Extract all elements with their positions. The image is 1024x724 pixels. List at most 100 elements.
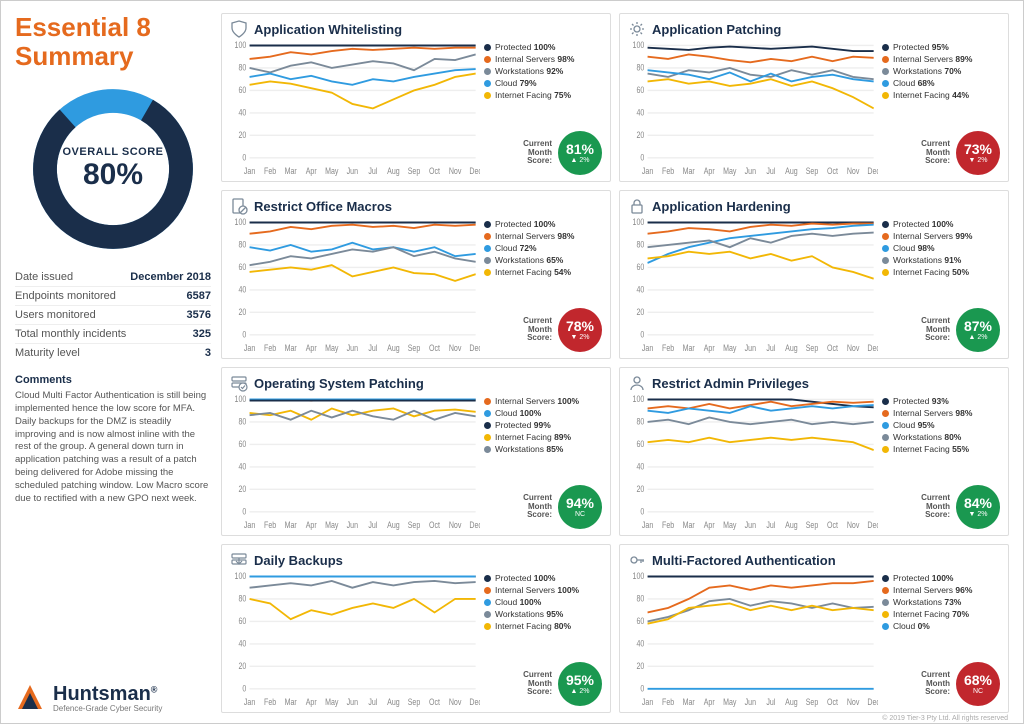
- svg-text:Jun: Jun: [745, 344, 756, 354]
- legend-label: Protected 93%: [893, 396, 949, 406]
- meta-value: 3576: [187, 309, 211, 321]
- meta-value: 6587: [187, 290, 211, 302]
- meta-value: December 2018: [130, 271, 211, 283]
- svg-text:60: 60: [636, 616, 644, 626]
- card-daily-backups: Daily Backups 020406080100JanFebMarAprMa…: [221, 544, 611, 713]
- svg-text:Oct: Oct: [429, 344, 441, 354]
- svg-text:Jul: Jul: [368, 344, 377, 354]
- score-badge: 87% ▲ 2%: [956, 308, 1000, 352]
- meta-key: Endpoints monitored: [15, 290, 116, 302]
- svg-text:Nov: Nov: [847, 167, 860, 177]
- legend-item: Workstations 70%: [882, 66, 1000, 76]
- legend-label: Internal Servers 98%: [495, 54, 574, 64]
- svg-text:Jan: Jan: [642, 167, 653, 177]
- svg-text:Jun: Jun: [347, 698, 358, 708]
- legend-dot-icon: [882, 221, 889, 228]
- svg-text:Sep: Sep: [408, 167, 421, 177]
- legend-dot-icon: [484, 422, 491, 429]
- legend-item: Workstations 95%: [484, 609, 602, 619]
- legend-item: Protected 100%: [882, 573, 1000, 583]
- score-badge: 68% NC: [956, 662, 1000, 706]
- svg-text:40: 40: [636, 108, 644, 118]
- svg-text:Nov: Nov: [449, 698, 462, 708]
- card-os-patching: Operating System Patching 020406080100Ja…: [221, 367, 611, 536]
- score-value: 81%: [566, 142, 594, 156]
- score-block: CurrentMonthScore: 73% ▼ 2%: [921, 131, 1000, 175]
- legend-label: Internet Facing 80%: [495, 621, 571, 631]
- legend-dot-icon: [882, 434, 889, 441]
- key-icon: [628, 551, 646, 569]
- svg-text:60: 60: [636, 85, 644, 95]
- score-value: 94%: [566, 496, 594, 510]
- svg-text:Jun: Jun: [745, 167, 756, 177]
- svg-text:40: 40: [636, 639, 644, 649]
- svg-text:May: May: [325, 167, 338, 177]
- svg-text:40: 40: [238, 462, 246, 472]
- legend-dot-icon: [882, 587, 889, 594]
- legend-dot-icon: [882, 56, 889, 63]
- score-delta: ▼ 2%: [571, 334, 590, 341]
- legend-dot-icon: [484, 434, 491, 441]
- svg-text:Jun: Jun: [347, 167, 358, 177]
- score-badge: 95% ▲ 2%: [558, 662, 602, 706]
- legend-label: Cloud 79%: [495, 78, 537, 88]
- legend-dot-icon: [882, 92, 889, 99]
- lock-icon: [628, 197, 646, 215]
- score-block: CurrentMonthScore: 94% NC: [523, 485, 602, 529]
- svg-text:Aug: Aug: [785, 521, 798, 531]
- legend-item: Internet Facing 54%: [484, 267, 602, 277]
- svg-text:40: 40: [636, 462, 644, 472]
- svg-text:Jul: Jul: [368, 521, 377, 531]
- legend-dot-icon: [882, 245, 889, 252]
- svg-text:Feb: Feb: [662, 698, 675, 708]
- legend-item: Cloud 100%: [484, 408, 602, 418]
- svg-text:80: 80: [636, 63, 644, 73]
- svg-text:0: 0: [242, 507, 246, 517]
- server-check-icon: [230, 374, 248, 392]
- page: Essential 8 Summary OVERALL SCORE 80% Da…: [0, 0, 1024, 724]
- meta-key: Users monitored: [15, 309, 96, 321]
- svg-text:Jul: Jul: [368, 698, 377, 708]
- score-block: CurrentMonthScore: 81% ▲ 2%: [523, 131, 602, 175]
- svg-text:40: 40: [636, 285, 644, 295]
- svg-text:Dec: Dec: [867, 698, 878, 708]
- score-label: CurrentMonthScore:: [921, 494, 950, 520]
- svg-text:Jul: Jul: [368, 167, 377, 177]
- legend-dot-icon: [484, 446, 491, 453]
- legend-dot-icon: [484, 269, 491, 276]
- svg-text:Apr: Apr: [704, 167, 715, 177]
- legend-item: Cloud 79%: [484, 78, 602, 88]
- svg-text:Nov: Nov: [449, 167, 462, 177]
- card-header: Application Hardening: [628, 197, 1000, 215]
- score-badge: 84% ▼ 2%: [956, 485, 1000, 529]
- svg-text:20: 20: [238, 484, 246, 494]
- svg-text:0: 0: [242, 153, 246, 163]
- svg-text:Aug: Aug: [785, 698, 798, 708]
- svg-text:Jan: Jan: [244, 167, 255, 177]
- brand-logo-icon: [15, 683, 45, 713]
- legend-label: Protected 100%: [495, 573, 556, 583]
- svg-text:20: 20: [636, 130, 644, 140]
- svg-text:Sep: Sep: [408, 698, 421, 708]
- score-value: 78%: [566, 319, 594, 333]
- legend-label: Internal Servers 96%: [893, 585, 972, 595]
- legend-label: Protected 100%: [893, 219, 954, 229]
- backup-icon: [230, 551, 248, 569]
- legend-label: Cloud 68%: [893, 78, 935, 88]
- svg-text:May: May: [325, 344, 338, 354]
- legend-label: Workstations 70%: [893, 66, 961, 76]
- score-label: CurrentMonthScore:: [921, 317, 950, 343]
- svg-text:Apr: Apr: [306, 698, 317, 708]
- overall-score-label: OVERALL SCORE: [62, 146, 163, 158]
- legend-item: Protected 99%: [484, 420, 602, 430]
- score-value: 87%: [964, 319, 992, 333]
- legend-item: Cloud 95%: [882, 420, 1000, 430]
- legend-label: Cloud 100%: [495, 597, 541, 607]
- svg-text:Nov: Nov: [847, 698, 860, 708]
- legend-item: Internet Facing 50%: [882, 267, 1000, 277]
- svg-text:Nov: Nov: [847, 344, 860, 354]
- legend-item: Protected 93%: [882, 396, 1000, 406]
- legend-dot-icon: [882, 398, 889, 405]
- legend-item: Internet Facing 75%: [484, 90, 602, 100]
- legend-label: Workstations 65%: [495, 255, 563, 265]
